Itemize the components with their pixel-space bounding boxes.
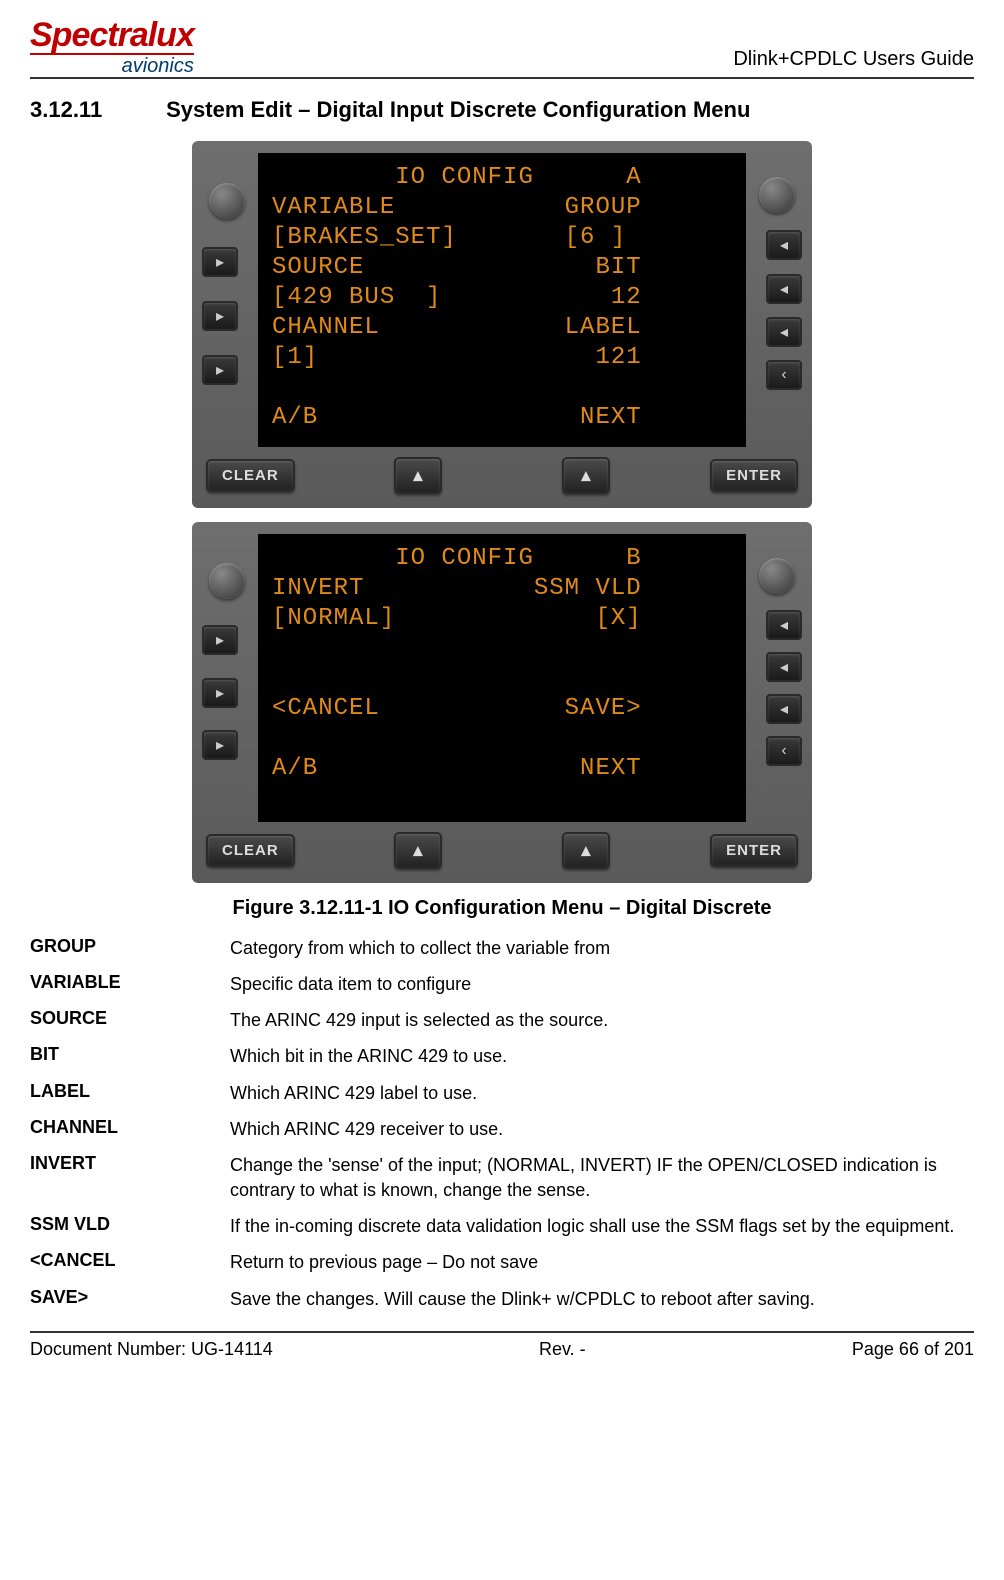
definition-desc: Change the 'sense' of the input; (NORMAL… xyxy=(230,1153,974,1202)
definition-list: GROUP Category from which to collect the… xyxy=(30,936,974,1311)
lsk-left-3[interactable]: ▸ xyxy=(202,730,238,760)
right-button-column: ◂ ◂ ◂ ‹ xyxy=(752,534,802,822)
knob-icon[interactable] xyxy=(209,183,245,219)
knob-icon[interactable] xyxy=(759,558,795,594)
figure-caption: Figure 3.12.11-1 IO Configuration Menu –… xyxy=(30,897,974,920)
lsk-right-1[interactable]: ◂ xyxy=(766,230,802,260)
definition-term: SSM VLD xyxy=(30,1214,230,1238)
definition-row: VARIABLE Specific data item to configure xyxy=(30,972,974,996)
definition-row: <CANCEL Return to previous page – Do not… xyxy=(30,1250,974,1274)
knob-icon[interactable] xyxy=(209,563,245,599)
definition-term: SOURCE xyxy=(30,1008,230,1032)
lsk-left-3[interactable]: ▸ xyxy=(202,355,238,385)
enter-button[interactable]: ENTER xyxy=(710,459,798,492)
definition-term: VARIABLE xyxy=(30,972,230,996)
definition-row: GROUP Category from which to collect the… xyxy=(30,936,974,960)
definition-desc: The ARINC 429 input is selected as the s… xyxy=(230,1008,974,1032)
definition-term: LABEL xyxy=(30,1081,230,1105)
mcdu-panel-b: ▸ ▸ ▸ IO CONFIG B INVERT SSM VLD [NORMAL… xyxy=(192,522,812,883)
footer-page: Page 66 of 201 xyxy=(852,1339,974,1360)
definition-term: INVERT xyxy=(30,1153,230,1202)
footer-rev: Rev. - xyxy=(539,1339,586,1360)
up-button-2[interactable]: ▴ xyxy=(562,832,610,869)
section-number: 3.12.11 xyxy=(30,97,160,123)
lsk-back[interactable]: ‹ xyxy=(766,360,802,390)
lsk-left-2[interactable]: ▸ xyxy=(202,301,238,331)
mcdu-screen-b: IO CONFIG B INVERT SSM VLD [NORMAL] [X] … xyxy=(258,534,746,822)
definition-row: BIT Which bit in the ARINC 429 to use. xyxy=(30,1044,974,1068)
definition-desc: Which ARINC 429 label to use. xyxy=(230,1081,974,1105)
definition-desc: Which bit in the ARINC 429 to use. xyxy=(230,1044,974,1068)
definition-desc: Return to previous page – Do not save xyxy=(230,1250,974,1274)
lsk-back[interactable]: ‹ xyxy=(766,736,802,766)
definition-desc: Which ARINC 429 receiver to use. xyxy=(230,1117,974,1141)
lsk-right-2[interactable]: ◂ xyxy=(766,652,802,682)
definition-row: LABEL Which ARINC 429 label to use. xyxy=(30,1081,974,1105)
definition-term: <CANCEL xyxy=(30,1250,230,1274)
logo-main: Spectralux xyxy=(30,20,194,51)
lsk-right-3[interactable]: ◂ xyxy=(766,694,802,724)
left-button-column: ▸ ▸ ▸ xyxy=(202,534,252,822)
document-title: Dlink+CPDLC Users Guide xyxy=(733,48,974,75)
definition-row: SOURCE The ARINC 429 input is selected a… xyxy=(30,1008,974,1032)
mcdu-screen-a: IO CONFIG A VARIABLE GROUP [BRAKES_SET] … xyxy=(258,153,746,447)
definition-term: GROUP xyxy=(30,936,230,960)
definition-term: BIT xyxy=(30,1044,230,1068)
definition-row: INVERT Change the 'sense' of the input; … xyxy=(30,1153,974,1202)
definition-desc: Specific data item to configure xyxy=(230,972,974,996)
page-footer: Document Number: UG-14114 Rev. - Page 66… xyxy=(30,1331,974,1360)
clear-button[interactable]: CLEAR xyxy=(206,459,295,492)
enter-button[interactable]: ENTER xyxy=(710,834,798,867)
up-button-1[interactable]: ▴ xyxy=(394,832,442,869)
definition-term: SAVE> xyxy=(30,1287,230,1311)
definition-term: CHANNEL xyxy=(30,1117,230,1141)
up-button-1[interactable]: ▴ xyxy=(394,457,442,494)
logo: Spectralux avionics xyxy=(30,20,194,75)
lsk-left-2[interactable]: ▸ xyxy=(202,678,238,708)
right-button-column: ◂ ◂ ◂ ‹ xyxy=(752,153,802,447)
lsk-left-1[interactable]: ▸ xyxy=(202,247,238,277)
up-button-2[interactable]: ▴ xyxy=(562,457,610,494)
knob-icon[interactable] xyxy=(759,177,795,213)
lsk-right-3[interactable]: ◂ xyxy=(766,317,802,347)
definition-desc: Category from which to collect the varia… xyxy=(230,936,974,960)
logo-sub: avionics xyxy=(30,53,194,75)
lsk-right-2[interactable]: ◂ xyxy=(766,274,802,304)
footer-doc-number: Document Number: UG-14114 xyxy=(30,1339,273,1360)
mcdu-panel-a: ▸ ▸ ▸ IO CONFIG A VARIABLE GROUP [BRAKES… xyxy=(192,141,812,508)
lsk-left-1[interactable]: ▸ xyxy=(202,625,238,655)
definition-desc: If the in-coming discrete data validatio… xyxy=(230,1214,974,1238)
definition-desc: Save the changes. Will cause the Dlink+ … xyxy=(230,1287,974,1311)
definition-row: SSM VLD If the in-coming discrete data v… xyxy=(30,1214,974,1238)
clear-button[interactable]: CLEAR xyxy=(206,834,295,867)
section-heading: 3.12.11 System Edit – Digital Input Disc… xyxy=(30,97,974,123)
section-title: System Edit – Digital Input Discrete Con… xyxy=(166,97,750,122)
definition-row: CHANNEL Which ARINC 429 receiver to use. xyxy=(30,1117,974,1141)
page-header: Spectralux avionics Dlink+CPDLC Users Gu… xyxy=(30,20,974,79)
left-button-column: ▸ ▸ ▸ xyxy=(202,153,252,447)
lsk-right-1[interactable]: ◂ xyxy=(766,610,802,640)
definition-row: SAVE> Save the changes. Will cause the D… xyxy=(30,1287,974,1311)
